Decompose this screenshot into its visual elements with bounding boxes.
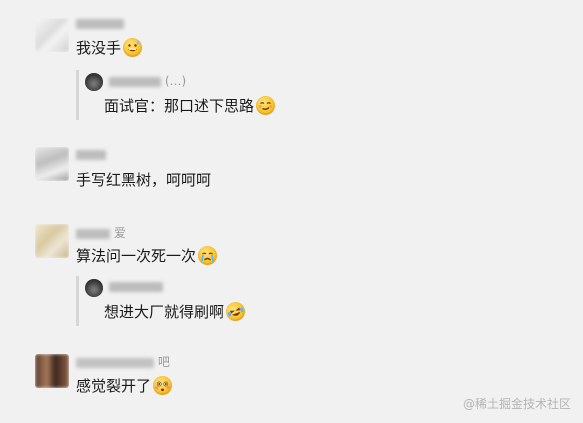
laughing-tears-emoji: [223, 299, 248, 324]
comment-text-content: 手写红黑树，呵呵呵: [76, 171, 212, 189]
avatar[interactable]: [35, 354, 69, 388]
avatar[interactable]: [35, 224, 69, 258]
reply-quote-bar: [76, 70, 79, 120]
reply-avatar[interactable]: [85, 73, 103, 91]
reply-text: 想进大厂就得刷啊: [104, 299, 248, 324]
reply-text-content: 想进大厂就得刷啊: [104, 303, 225, 321]
reply-text-content: 面试官：那口述下思路: [104, 97, 255, 115]
comment-author-suffix: 爱: [113, 226, 126, 240]
reply-author[interactable]: [109, 279, 163, 293]
smirk-emoji: [256, 96, 276, 115]
comment-text: 算法问一次死一次: [76, 245, 218, 267]
comment-text-content: 我没手: [76, 39, 122, 57]
reply-text: 面试官：那口述下思路: [104, 95, 276, 117]
comment-text-content: 感觉裂开了: [76, 377, 152, 395]
avatar[interactable]: [35, 18, 69, 52]
reply-quote-bar: [76, 276, 79, 326]
flushed-emoji: [153, 376, 173, 395]
comment-author-suffix: 吧: [157, 355, 170, 369]
comment-author[interactable]: 爱: [76, 224, 126, 241]
comment-text: 手写红黑树，呵呵呵: [76, 169, 211, 191]
comment-author[interactable]: [76, 16, 124, 30]
comment-author[interactable]: [76, 147, 106, 161]
reply-author-suffix: (…): [164, 74, 187, 88]
comment-text: 我没手: [76, 37, 143, 59]
comment-author[interactable]: 吧: [76, 353, 170, 370]
watermark: @稀土掘金技术社区: [462, 397, 571, 411]
comment-text: 感觉裂开了: [76, 375, 173, 397]
avatar[interactable]: [35, 147, 69, 181]
crying-emoji: [198, 246, 218, 265]
reply-author[interactable]: (…): [109, 74, 186, 88]
grinning-sweat-emoji: [123, 38, 143, 57]
reply-avatar[interactable]: [85, 279, 103, 297]
comment-text-content: 算法问一次死一次: [76, 247, 197, 265]
